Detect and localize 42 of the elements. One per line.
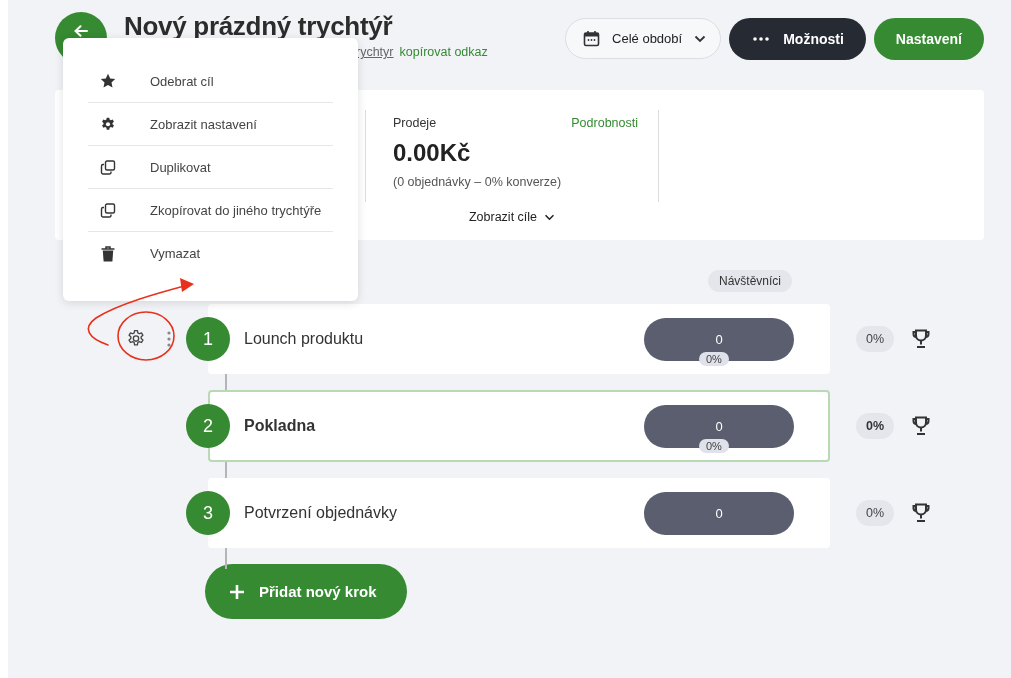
options-button[interactable]: Možnosti (729, 18, 866, 60)
settings-icon[interactable] (126, 329, 146, 349)
rate-badge: 0% (856, 413, 895, 439)
menu-item[interactable]: Zobrazit nastavení (88, 103, 333, 146)
goals-toggle[interactable]: Zobrazit cíle (468, 210, 556, 224)
visitors-bar: 0 (644, 491, 794, 535)
trophy-icon[interactable] (912, 329, 931, 349)
step-number: 1 (186, 317, 230, 361)
copy-icon (100, 202, 116, 218)
step-number: 2 (186, 404, 230, 448)
period-dropdown[interactable]: Celé období (565, 18, 722, 59)
step-name: Potvrzení objednávky (244, 504, 398, 522)
step-name: Lounch produktu (244, 330, 365, 348)
rate-badge: 0% (856, 326, 895, 352)
menu-item[interactable]: Odebrat cíl (88, 60, 333, 103)
menu-item[interactable]: Zkopírovat do jiného trychtýře (88, 189, 333, 232)
step-number: 3 (186, 491, 230, 535)
step-name: Pokladna (244, 417, 317, 435)
settings-button[interactable]: Nastavení (873, 18, 984, 60)
calendar-icon (583, 30, 601, 47)
rate-badge: 0% (856, 500, 895, 526)
drag-handle-icon[interactable] (166, 331, 172, 347)
more-icon (753, 37, 770, 41)
chevron-down-icon (694, 34, 707, 43)
chevron-down-icon (544, 213, 556, 221)
add-step-button[interactable]: Přidat nový krok (205, 564, 407, 619)
stat-label: Prodeje (393, 116, 437, 130)
gear-icon (100, 116, 116, 132)
page-title: Nový prázdný trychtýř (124, 12, 394, 40)
visitors-header: Návštěvníci (708, 270, 793, 292)
star-icon (100, 73, 116, 89)
menu-item[interactable]: Duplikovat (88, 146, 333, 189)
copy-icon (100, 159, 116, 175)
details-link[interactable]: Podrobnosti (571, 116, 638, 130)
trash-icon (100, 245, 116, 262)
copy-link[interactable]: kopírovat odkaz (399, 43, 488, 61)
plus-icon (229, 583, 245, 600)
stat-note: (0 objednávky – 0% konverze) (393, 175, 563, 189)
menu-item[interactable]: Vymazat (88, 232, 333, 275)
stat-value: 0.00Kč (393, 139, 472, 167)
trophy-icon[interactable] (912, 416, 931, 436)
trophy-icon[interactable] (912, 503, 931, 523)
